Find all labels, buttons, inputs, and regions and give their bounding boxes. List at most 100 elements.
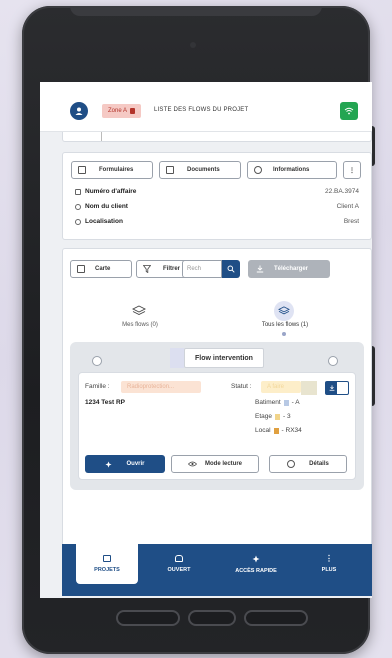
checklist-icon bbox=[78, 166, 86, 174]
divider bbox=[101, 132, 102, 141]
flow-radio-left[interactable] bbox=[92, 356, 102, 366]
nav-projets[interactable]: PROJETS bbox=[76, 544, 138, 584]
more-vertical-icon: ⋮ bbox=[325, 554, 333, 563]
statut-tag: A faire bbox=[261, 381, 301, 393]
local-row: Local - RX34 bbox=[255, 427, 302, 434]
search-input[interactable]: Rech bbox=[182, 260, 222, 278]
localisation-label: Localisation bbox=[85, 218, 123, 225]
mode-lecture-button[interactable]: Mode lecture bbox=[171, 455, 259, 473]
page-title: LISTE DES FLOWS DU PROJET bbox=[154, 107, 249, 113]
download-icon-svg bbox=[329, 385, 334, 391]
flow-radio-right[interactable] bbox=[328, 356, 338, 366]
batiment-label: Batiment bbox=[255, 399, 281, 406]
local-value: - RX34 bbox=[281, 427, 302, 434]
home-key[interactable] bbox=[188, 610, 236, 626]
local-label: Local bbox=[255, 427, 271, 434]
user-icon bbox=[75, 107, 83, 115]
inbox-icon bbox=[175, 555, 183, 562]
floor-icon bbox=[275, 413, 280, 420]
filter-icon bbox=[143, 265, 151, 273]
more-icon: ⋮ bbox=[349, 167, 355, 174]
client-row: Nom du client bbox=[75, 203, 128, 210]
map-icon bbox=[77, 265, 85, 273]
tab-mes-flows[interactable]: Mes flows (0) bbox=[110, 322, 170, 328]
carte-button[interactable]: Carte bbox=[70, 260, 132, 278]
nav-acces-rapide[interactable]: ACCÈS RAPIDE bbox=[220, 544, 292, 584]
previous-card-edge bbox=[62, 132, 372, 142]
details-label: Détails bbox=[309, 461, 329, 467]
zone-label: Zone A bbox=[108, 108, 128, 114]
nav-projets-label: PROJETS bbox=[94, 567, 120, 573]
nav-ouvert-label: OUVERT bbox=[167, 567, 191, 573]
client-label: Nom du client bbox=[85, 203, 128, 210]
famille-label: Famille : bbox=[85, 383, 110, 390]
layers-icon-svg bbox=[131, 305, 147, 316]
eye-icon bbox=[187, 461, 197, 467]
search-icon bbox=[227, 265, 235, 273]
nav-ouvert[interactable]: OUVERT bbox=[148, 544, 210, 584]
ouvrir-button[interactable]: Ouvrir bbox=[85, 455, 165, 473]
nav-acces-rapide-label: ACCÈS RAPIDE bbox=[235, 567, 277, 574]
info-icon bbox=[254, 166, 262, 174]
room-icon bbox=[273, 427, 279, 434]
telecharger-button[interactable]: Télécharger bbox=[248, 260, 330, 278]
numero-row: Numéro d'affaire bbox=[75, 188, 136, 195]
formulaires-button[interactable]: Formulaires bbox=[71, 161, 153, 179]
download-toggle[interactable] bbox=[325, 381, 349, 395]
layers-icon bbox=[278, 306, 290, 315]
bolt-icon bbox=[252, 555, 260, 562]
localisation-row: Localisation bbox=[75, 218, 123, 225]
folder-icon bbox=[103, 555, 111, 562]
app-header: Zone A LISTE DES FLOWS DU PROJET bbox=[40, 82, 372, 132]
search-button[interactable] bbox=[222, 260, 240, 278]
bottom-nav: PROJETS OUVERT ACCÈS RAPIDE ⋮ PLUS bbox=[62, 544, 372, 596]
info-icon bbox=[287, 460, 296, 468]
statut-label: Statut : bbox=[231, 383, 252, 390]
building-icon bbox=[283, 399, 289, 406]
layers-icon[interactable] bbox=[131, 304, 147, 322]
details-button[interactable]: Détails bbox=[269, 455, 347, 473]
batiment-row: Batiment - A bbox=[255, 399, 300, 406]
flow-title: Flow intervention bbox=[184, 348, 264, 368]
documents-button[interactable]: Documents bbox=[159, 161, 241, 179]
camera bbox=[190, 42, 196, 48]
tab-tous-flows-icon[interactable] bbox=[274, 301, 294, 321]
app-screen: Zone A LISTE DES FLOWS DU PROJET Formula… bbox=[40, 82, 372, 598]
back-key[interactable] bbox=[244, 610, 308, 626]
formulaires-label: Formulaires bbox=[99, 167, 134, 173]
nav-plus-label: PLUS bbox=[321, 567, 337, 573]
user-avatar[interactable] bbox=[70, 102, 88, 120]
informations-label: Informations bbox=[273, 167, 310, 173]
flow-name: 1234 Test RP bbox=[85, 399, 125, 406]
tab-tous-flows[interactable]: Tous les flows (1) bbox=[250, 322, 320, 328]
wifi-button[interactable] bbox=[340, 102, 358, 120]
download-icon bbox=[256, 265, 264, 273]
project-info-card: Formulaires Documents Informations ⋮ Num… bbox=[62, 152, 372, 240]
telecharger-label: Télécharger bbox=[274, 266, 309, 272]
numero-label: Numéro d'affaire bbox=[85, 188, 137, 195]
batiment-value: - A bbox=[291, 399, 300, 406]
download-icon bbox=[326, 382, 337, 394]
localisation-value: Brest bbox=[343, 218, 359, 225]
nav-plus[interactable]: ⋮ PLUS bbox=[298, 544, 360, 584]
ouvrir-label: Ouvrir bbox=[126, 461, 145, 467]
etage-label: Etage bbox=[255, 413, 272, 420]
informations-button[interactable]: Informations bbox=[247, 161, 337, 179]
lock-icon bbox=[130, 108, 136, 114]
client-value: Client A bbox=[336, 203, 359, 210]
document-icon bbox=[166, 166, 174, 174]
mode-lecture-label: Mode lecture bbox=[204, 461, 242, 467]
statut-accent bbox=[301, 381, 317, 395]
numero-value: 22.BA.3974 bbox=[325, 188, 359, 195]
person-icon bbox=[75, 203, 81, 210]
wifi-icon bbox=[344, 107, 354, 115]
flow-item: Flow intervention Famille : Radioprotect… bbox=[70, 342, 364, 490]
etage-value: - 3 bbox=[283, 413, 291, 420]
famille-tag: Radioprotection... bbox=[121, 381, 201, 393]
zone-badge[interactable]: Zone A bbox=[102, 104, 142, 118]
more-button[interactable]: ⋮ bbox=[343, 161, 361, 179]
flow-title-accent bbox=[170, 348, 184, 368]
flow-card: Famille : Radioprotection... Statut : A … bbox=[78, 372, 356, 480]
recent-apps-key[interactable] bbox=[116, 610, 180, 626]
briefcase-icon bbox=[75, 188, 81, 195]
